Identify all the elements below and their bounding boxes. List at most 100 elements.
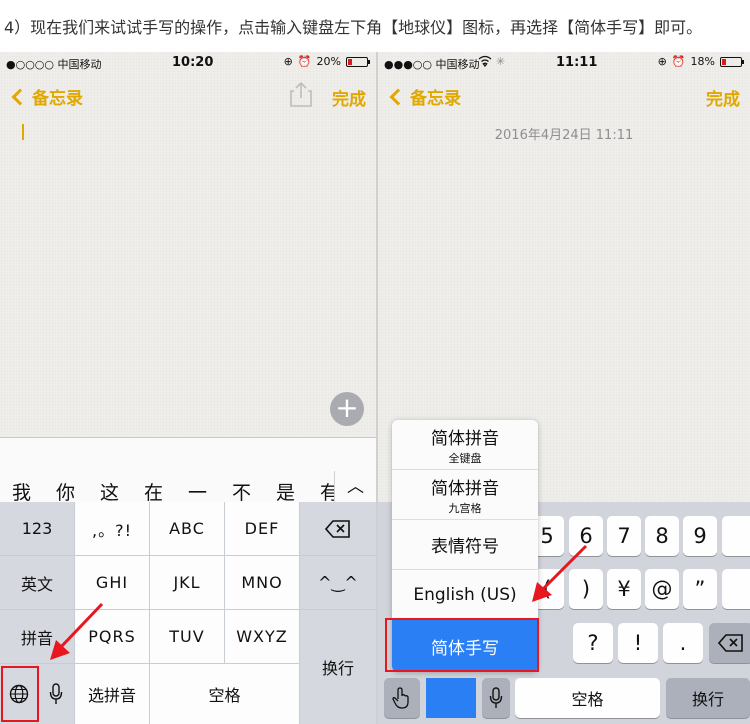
note-date: 2016年4月24日 11:11 — [494, 128, 634, 143]
key-label: 6 — [579, 524, 593, 548]
menu-item-title: 简体拼音 — [431, 428, 499, 449]
nine-key-keyboard: 123 英文 拼音 ,。?! ABC DEF GHI JKL MNO PQRS … — [0, 502, 376, 724]
delete-key[interactable] — [300, 502, 376, 555]
carrier-label: ●○○○○ 中国移动 — [6, 58, 102, 71]
left-phone-screen: ●○○○○ 中国移动 10:20 ⊕ ⏰ 20% 备忘录 完成 + 我你这在一不… — [0, 52, 376, 724]
candidate-bar: 我你这在一不是有 ︿ — [0, 437, 376, 505]
candidate-char[interactable]: 你 — [56, 478, 100, 505]
done-button[interactable]: 完成 — [332, 85, 366, 110]
key-ghi[interactable]: GHI — [75, 556, 149, 609]
key-abc[interactable]: ABC — [150, 502, 224, 555]
key-quote[interactable]: ” — [683, 569, 717, 609]
key-mno[interactable]: MNO — [225, 556, 299, 609]
key-quote-2[interactable] — [722, 569, 750, 609]
candidate-char[interactable]: 是 — [276, 478, 320, 505]
mic-key[interactable] — [482, 678, 510, 718]
location-icon: ⊕ — [657, 55, 667, 68]
key-8[interactable]: 8 — [645, 516, 679, 556]
enter-key[interactable]: 换行 — [666, 678, 750, 718]
battery-percent: 20% — [316, 55, 341, 68]
space-key[interactable]: 空格 — [515, 678, 660, 718]
mic-key[interactable] — [38, 664, 74, 724]
menu-item-emoji[interactable]: 表情符号 — [392, 520, 538, 570]
back-button[interactable]: 备忘录 — [388, 84, 461, 109]
key-9[interactable]: 9 — [683, 516, 717, 556]
key-punctuation[interactable]: ,。?! — [75, 502, 149, 555]
done-button[interactable]: 完成 — [706, 85, 740, 110]
alarm-icon: ⏰ — [671, 55, 686, 68]
share-icon[interactable] — [290, 81, 312, 107]
key-7[interactable]: 7 — [607, 516, 641, 556]
menu-item-pinyin-nine-key[interactable]: 简体拼音 九宫格 — [392, 470, 538, 520]
menu-item-pinyin-full[interactable]: 简体拼音 全键盘 — [392, 420, 538, 470]
emoticon-key[interactable]: ^‿^ — [300, 556, 376, 609]
globe-key[interactable] — [0, 664, 37, 724]
candidate-list: 我你这在一不是有 — [12, 478, 364, 505]
carrier-label: ●●●○○ 中国移动 — [384, 58, 480, 71]
key-0[interactable] — [722, 516, 750, 556]
key-label: GHI — [95, 573, 129, 592]
collapse-candidates-button[interactable]: ︿ — [334, 471, 376, 503]
candidate-char[interactable]: 一 — [188, 478, 232, 505]
key-label: ^‿^ — [318, 573, 358, 592]
add-plus-icon[interactable]: + — [330, 392, 364, 426]
key-wxyz[interactable]: WXYZ — [225, 610, 299, 663]
candidate-char[interactable]: 这 — [100, 478, 144, 505]
candidate-char[interactable]: 不 — [232, 478, 276, 505]
key-label: MNO — [241, 573, 283, 592]
menu-item-title: 简体手写 — [431, 638, 499, 659]
back-label: 备忘录 — [32, 89, 83, 109]
backspace-icon — [718, 634, 743, 652]
menu-item-title: 表情符号 — [431, 537, 499, 557]
key-label: WXYZ — [236, 627, 288, 646]
key-question[interactable]: ? — [573, 623, 613, 663]
status-right: ⊕ ⏰ 20% — [284, 55, 370, 68]
nav-bar: 备忘录 完成 — [0, 80, 376, 112]
key-label: 拼音 — [20, 628, 53, 648]
key-exclaim[interactable]: ! — [618, 623, 658, 663]
key-label: JKL — [173, 573, 201, 592]
key-label: 英文 — [20, 574, 53, 594]
key-label: ? — [587, 631, 599, 655]
select-pinyin-key[interactable]: 选拼音 — [75, 664, 149, 724]
menu-item-english-us[interactable]: English (US) — [392, 570, 538, 620]
key-period[interactable]: . — [663, 623, 703, 663]
key-label: DEF — [244, 519, 280, 538]
key-label: 8 — [655, 524, 669, 548]
menu-item-handwriting[interactable]: 简体手写 — [392, 620, 538, 672]
backspace-icon — [325, 519, 350, 538]
key-label: 换行 — [321, 659, 354, 678]
menu-item-title: 简体拼音 — [431, 478, 499, 499]
handwriting-globe-key[interactable] — [384, 678, 420, 718]
globe-key-pressed[interactable] — [426, 678, 476, 718]
battery-icon — [720, 56, 744, 67]
menu-item-title: English (US) — [413, 584, 517, 605]
hand-pointer-icon — [392, 687, 409, 709]
menu-item-subtitle: 九宫格 — [448, 501, 482, 515]
key-close-paren[interactable]: ) — [569, 569, 603, 609]
candidate-char[interactable]: 我 — [12, 478, 56, 505]
back-button[interactable]: 备忘录 — [10, 84, 83, 109]
key-123[interactable]: 123 — [0, 502, 74, 555]
key-at[interactable]: @ — [645, 569, 679, 609]
key-label: PQRS — [88, 627, 136, 646]
enter-key[interactable]: 换行 — [300, 610, 376, 724]
key-label: 9 — [693, 524, 707, 548]
key-label: 换行 — [691, 690, 724, 709]
key-pinyin[interactable]: 拼音 — [0, 610, 74, 663]
status-right: ⊕ ⏰ 18% — [657, 55, 744, 68]
key-6[interactable]: 6 — [569, 516, 603, 556]
key-yen[interactable]: ¥ — [607, 569, 641, 609]
key-pqrs[interactable]: PQRS — [75, 610, 149, 663]
delete-key[interactable] — [709, 623, 750, 663]
key-def[interactable]: DEF — [225, 502, 299, 555]
key-tuv[interactable]: TUV — [150, 610, 224, 663]
key-english[interactable]: 英文 — [0, 556, 74, 609]
key-label: ! — [633, 631, 643, 655]
candidate-char[interactable]: 在 — [144, 478, 188, 505]
text-cursor — [22, 124, 24, 140]
space-key[interactable]: 空格 — [150, 664, 299, 724]
key-jkl[interactable]: JKL — [150, 556, 224, 609]
key-label: ¥ — [617, 577, 631, 601]
battery-icon — [346, 56, 370, 67]
